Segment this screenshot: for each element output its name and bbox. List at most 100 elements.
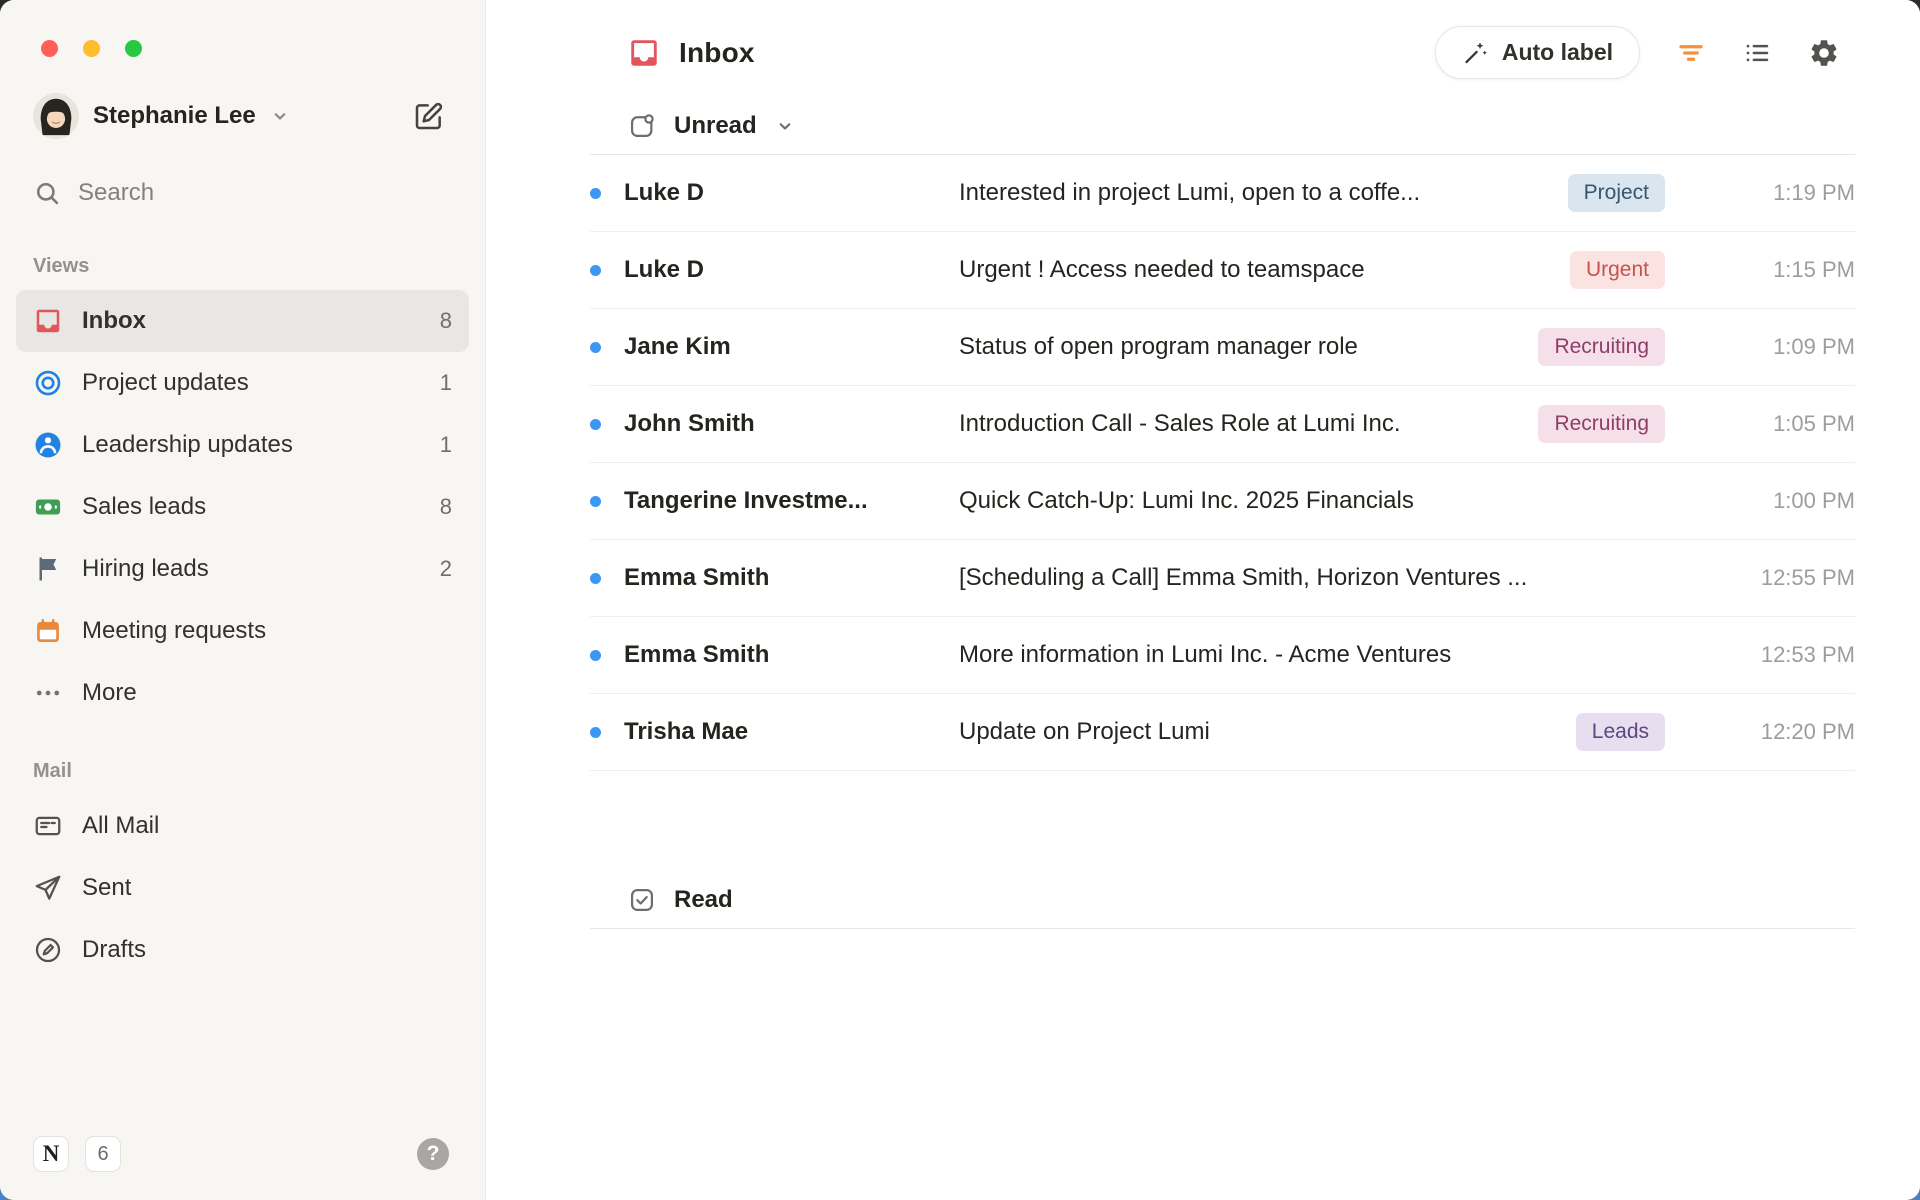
email-time: 1:09 PM [1665, 334, 1855, 360]
unread-section-header[interactable]: Unread [590, 97, 1855, 155]
inbox-icon [627, 36, 661, 70]
wand-icon [1462, 39, 1489, 66]
email-time: 12:53 PM [1665, 642, 1855, 668]
email-list-area: Unread Luke DInterested in project Lumi,… [486, 97, 1920, 929]
email-time: 1:00 PM [1665, 488, 1855, 514]
unread-dot [590, 342, 601, 353]
inbox-icon [33, 306, 63, 336]
unread-dot [590, 573, 601, 584]
search-label: Search [78, 179, 154, 207]
sidebar-item-label: Project updates [82, 369, 249, 397]
close-button[interactable] [41, 40, 58, 57]
email-label-badge[interactable]: Recruiting [1538, 405, 1665, 443]
email-subject: Status of open program manager role [959, 333, 1514, 361]
account-switcher: Stephanie Lee [33, 93, 445, 139]
ellipsis-icon [33, 678, 63, 708]
email-row[interactable]: Emma SmithMore information in Lumi Inc. … [590, 617, 1855, 694]
search-button[interactable]: Search [33, 169, 452, 217]
sidebar-item-label: Sales leads [82, 493, 206, 521]
sidebar-item-sales-leads[interactable]: Sales leads 8 [16, 476, 469, 538]
sidebar-item-more[interactable]: More [16, 662, 469, 724]
avatar[interactable] [33, 93, 79, 139]
flag-icon [33, 554, 63, 584]
unread-count: 8 [440, 308, 452, 334]
header-actions: Auto label [1435, 26, 1840, 79]
unread-dot-column [590, 188, 624, 199]
sidebar-item-sent[interactable]: Sent [16, 857, 469, 919]
main-header: Inbox Auto label [486, 0, 1920, 79]
sidebar-item-inbox[interactable]: Inbox8 [16, 290, 469, 352]
help-button[interactable]: ? [417, 1138, 449, 1170]
unread-label: Unread [674, 112, 757, 140]
filter-icon[interactable] [1676, 38, 1706, 68]
drafts-icon [33, 935, 63, 965]
notion-badge[interactable]: N [33, 1136, 69, 1172]
sidebar-item-label: More [82, 679, 137, 707]
sidebar-item-leadership-updates[interactable]: Leadership updates 1 [16, 414, 469, 476]
target-icon [33, 368, 63, 398]
unread-dot [590, 188, 601, 199]
account-name[interactable]: Stephanie Lee [93, 102, 256, 130]
sidebar-item-all-mail[interactable]: All Mail [16, 795, 469, 857]
chevron-down-icon[interactable] [270, 106, 290, 126]
email-row[interactable]: John SmithIntroduction Call - Sales Role… [590, 386, 1855, 463]
email-row[interactable]: Luke DUrgent ! Access needed to teamspac… [590, 232, 1855, 309]
sidebar-item-label: All Mail [82, 812, 159, 840]
list-view-icon[interactable] [1742, 38, 1772, 68]
unread-dot [590, 419, 601, 430]
sidebar-item-hiring-leads[interactable]: Hiring leads 2 [16, 538, 469, 600]
unread-dot-column [590, 265, 624, 276]
banknote-icon [33, 492, 63, 522]
shortcut-badge[interactable]: 6 [85, 1136, 121, 1172]
email-list: Luke DInterested in project Lumi, open t… [590, 155, 1855, 771]
email-time: 1:19 PM [1665, 180, 1855, 206]
email-row[interactable]: Emma Smith[Scheduling a Call] Emma Smith… [590, 540, 1855, 617]
unread-dot-column [590, 727, 624, 738]
email-sender: Emma Smith [624, 564, 959, 592]
minimize-button[interactable] [83, 40, 100, 57]
sidebar-item-meeting-requests[interactable]: Meeting requests [16, 600, 469, 662]
unread-dot [590, 265, 601, 276]
read-section-header[interactable]: Read [590, 871, 1855, 929]
sidebar-footer: N 6 ? [0, 1136, 485, 1200]
email-label-badge[interactable]: Urgent [1570, 251, 1665, 289]
email-sender: John Smith [624, 410, 959, 438]
email-row[interactable]: Trisha MaeUpdate on Project LumiLeads12:… [590, 694, 1855, 771]
sidebar-item-drafts[interactable]: Drafts [16, 919, 469, 981]
compose-button[interactable] [413, 100, 445, 132]
email-subject: [Scheduling a Call] Emma Smith, Horizon … [959, 564, 1665, 592]
person-icon [33, 430, 63, 460]
sidebar-item-label: Meeting requests [82, 617, 266, 645]
unread-dot [590, 727, 601, 738]
settings-icon[interactable] [1808, 37, 1840, 69]
email-time: 12:20 PM [1665, 719, 1855, 745]
sidebar-item-label: Hiring leads [82, 555, 209, 583]
email-label-badge[interactable]: Leads [1576, 713, 1665, 751]
zoom-button[interactable] [125, 40, 142, 57]
email-subject: Update on Project Lumi [959, 718, 1552, 746]
read-label: Read [674, 886, 733, 914]
email-subject: Urgent ! Access needed to teamspace [959, 256, 1546, 284]
window-controls [0, 0, 485, 57]
sidebar-item-label: Leadership updates [82, 431, 293, 459]
sidebar-item-project-updates[interactable]: Project updates1 [16, 352, 469, 414]
unread-dot [590, 496, 601, 507]
email-row[interactable]: Tangerine Investme...Quick Catch-Up: Lum… [590, 463, 1855, 540]
email-sender: Luke D [624, 179, 959, 207]
unread-count: 1 [440, 432, 452, 458]
sidebar-nav: ViewsInbox8Project updates1Leadership up… [0, 245, 485, 1136]
email-label-badge[interactable]: Project [1568, 174, 1665, 212]
unread-count: 8 [440, 494, 452, 520]
unread-count: 2 [440, 556, 452, 582]
unread-dot-column [590, 650, 624, 661]
page-title: Inbox [679, 37, 755, 69]
unread-dot [590, 650, 601, 661]
email-row[interactable]: Luke DInterested in project Lumi, open t… [590, 155, 1855, 232]
search-icon [33, 179, 61, 207]
email-row[interactable]: Jane KimStatus of open program manager r… [590, 309, 1855, 386]
email-subject: More information in Lumi Inc. - Acme Ven… [959, 641, 1665, 669]
email-label-badge[interactable]: Recruiting [1538, 328, 1665, 366]
auto-label-button[interactable]: Auto label [1435, 26, 1640, 79]
email-sender: Luke D [624, 256, 959, 284]
email-time: 12:55 PM [1665, 565, 1855, 591]
